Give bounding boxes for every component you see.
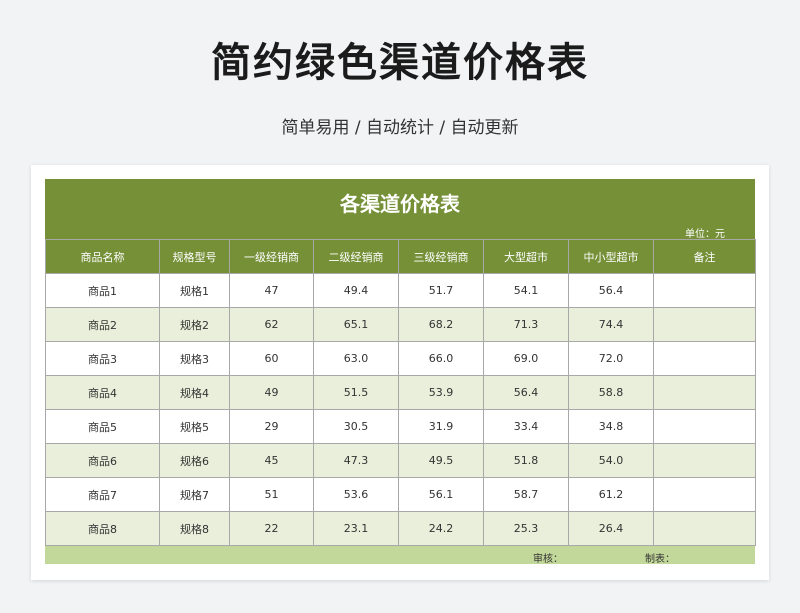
table-cell[interactable]: 69.0 [483, 341, 569, 376]
table-cell[interactable]: 49.5 [398, 443, 484, 478]
table-cell[interactable]: 58.8 [568, 375, 654, 410]
table-cell[interactable] [653, 443, 756, 478]
sheet-card: 各渠道价格表 单位：元 商品名称 规格型号 一级经销商 二级经销商 三级经销商 … [31, 165, 769, 580]
table-cell[interactable]: 51 [229, 477, 314, 512]
table-cell[interactable]: 规格3 [159, 341, 230, 376]
column-header: 二级经销商 [313, 239, 399, 274]
table-row: 商品7 规格7 51 53.6 56.1 58.7 61.2 [45, 477, 756, 512]
table-cell[interactable]: 商品8 [45, 511, 160, 546]
table-row: 商品2 规格2 62 65.1 68.2 71.3 74.4 [45, 307, 756, 342]
table-row: 商品6 规格6 45 47.3 49.5 51.8 54.0 [45, 443, 756, 478]
table-cell[interactable]: 31.9 [398, 409, 484, 444]
table-row: 商品1 规格1 47 49.4 51.7 54.1 56.4 [45, 273, 756, 308]
table-cell[interactable]: 规格6 [159, 443, 230, 478]
table-cell[interactable]: 规格1 [159, 273, 230, 308]
column-header: 大型超市 [483, 239, 569, 274]
table-cell[interactable]: 商品1 [45, 273, 160, 308]
table-cell[interactable]: 63.0 [313, 341, 399, 376]
table-row: 商品5 规格5 29 30.5 31.9 33.4 34.8 [45, 409, 756, 444]
table-cell[interactable]: 72.0 [568, 341, 654, 376]
table-cell[interactable]: 29 [229, 409, 314, 444]
table-cell[interactable]: 商品6 [45, 443, 160, 478]
sheet-footer: 审核： 制表： [45, 546, 755, 565]
maker-label: 制表： [645, 554, 675, 565]
table-cell[interactable]: 23.1 [313, 511, 399, 546]
table-cell[interactable]: 51.8 [483, 443, 569, 478]
table-cell[interactable]: 33.4 [483, 409, 569, 444]
sheet-header: 各渠道价格表 单位：元 [45, 179, 755, 240]
table-cell[interactable]: 商品3 [45, 341, 160, 376]
table-row: 商品4 规格4 49 51.5 53.9 56.4 58.8 [45, 375, 756, 410]
table-row: 商品8 规格8 22 23.1 24.2 25.3 26.4 [45, 511, 756, 546]
table-cell[interactable]: 商品7 [45, 477, 160, 512]
table-cell[interactable]: 22 [229, 511, 314, 546]
header-row: 商品名称 规格型号 一级经销商 二级经销商 三级经销商 大型超市 中小型超市 备… [45, 239, 756, 274]
price-sheet: 各渠道价格表 单位：元 商品名称 规格型号 一级经销商 二级经销商 三级经销商 … [45, 179, 756, 565]
page-title: 简约绿色渠道价格表 [211, 40, 589, 86]
table-cell[interactable]: 规格7 [159, 477, 230, 512]
table-cell[interactable]: 49.4 [313, 273, 399, 308]
table-cell[interactable]: 53.9 [398, 375, 484, 410]
table-cell[interactable]: 25.3 [483, 511, 569, 546]
table-cell[interactable]: 61.2 [568, 477, 654, 512]
table-cell[interactable]: 规格8 [159, 511, 230, 546]
table-cell[interactable] [653, 375, 756, 410]
table-cell[interactable]: 51.7 [398, 273, 484, 308]
table-cell[interactable]: 24.2 [398, 511, 484, 546]
table-cell[interactable]: 商品5 [45, 409, 160, 444]
table-cell[interactable]: 34.8 [568, 409, 654, 444]
table-cell[interactable] [653, 341, 756, 376]
page-subtitle: 简单易用 / 自动统计 / 自动更新 [281, 118, 519, 138]
audit-label: 审核： [533, 554, 563, 565]
table-cell[interactable]: 45 [229, 443, 314, 478]
table-cell[interactable]: 规格2 [159, 307, 230, 342]
table-cell[interactable]: 71.3 [483, 307, 569, 342]
table-cell[interactable] [653, 477, 756, 512]
column-header: 一级经销商 [229, 239, 314, 274]
table-cell[interactable] [653, 273, 756, 308]
table-cell[interactable]: 66.0 [398, 341, 484, 376]
table-cell[interactable]: 56.4 [568, 273, 654, 308]
table-cell[interactable]: 47 [229, 273, 314, 308]
price-table: 商品名称 规格型号 一级经销商 二级经销商 三级经销商 大型超市 中小型超市 备… [45, 239, 756, 546]
table-cell[interactable] [653, 409, 756, 444]
column-header: 规格型号 [159, 239, 230, 274]
table-cell[interactable]: 54.1 [483, 273, 569, 308]
table-cell[interactable]: 54.0 [568, 443, 654, 478]
sheet-title: 各渠道价格表 [340, 192, 460, 216]
column-header: 商品名称 [45, 239, 160, 274]
unit-label: 单位：元 [685, 229, 725, 240]
table-cell[interactable]: 53.6 [313, 477, 399, 512]
table-row: 商品3 规格3 60 63.0 66.0 69.0 72.0 [45, 341, 756, 376]
table-cell[interactable] [653, 511, 756, 546]
column-header: 三级经销商 [398, 239, 484, 274]
table-cell[interactable]: 规格4 [159, 375, 230, 410]
column-header: 备注 [653, 239, 756, 274]
table-cell[interactable]: 26.4 [568, 511, 654, 546]
table-cell[interactable]: 56.1 [398, 477, 484, 512]
table-cell[interactable]: 60 [229, 341, 314, 376]
table-cell[interactable]: 49 [229, 375, 314, 410]
column-header: 中小型超市 [568, 239, 654, 274]
table-cell[interactable]: 65.1 [313, 307, 399, 342]
table-cell[interactable] [653, 307, 756, 342]
table-cell[interactable]: 56.4 [483, 375, 569, 410]
table-cell[interactable]: 74.4 [568, 307, 654, 342]
table-cell[interactable]: 51.5 [313, 375, 399, 410]
table-cell[interactable]: 商品4 [45, 375, 160, 410]
table-cell[interactable]: 62 [229, 307, 314, 342]
table-cell[interactable]: 30.5 [313, 409, 399, 444]
table-cell[interactable]: 47.3 [313, 443, 399, 478]
table-cell[interactable]: 68.2 [398, 307, 484, 342]
table-cell[interactable]: 58.7 [483, 477, 569, 512]
table-cell[interactable]: 商品2 [45, 307, 160, 342]
table-cell[interactable]: 规格5 [159, 409, 230, 444]
